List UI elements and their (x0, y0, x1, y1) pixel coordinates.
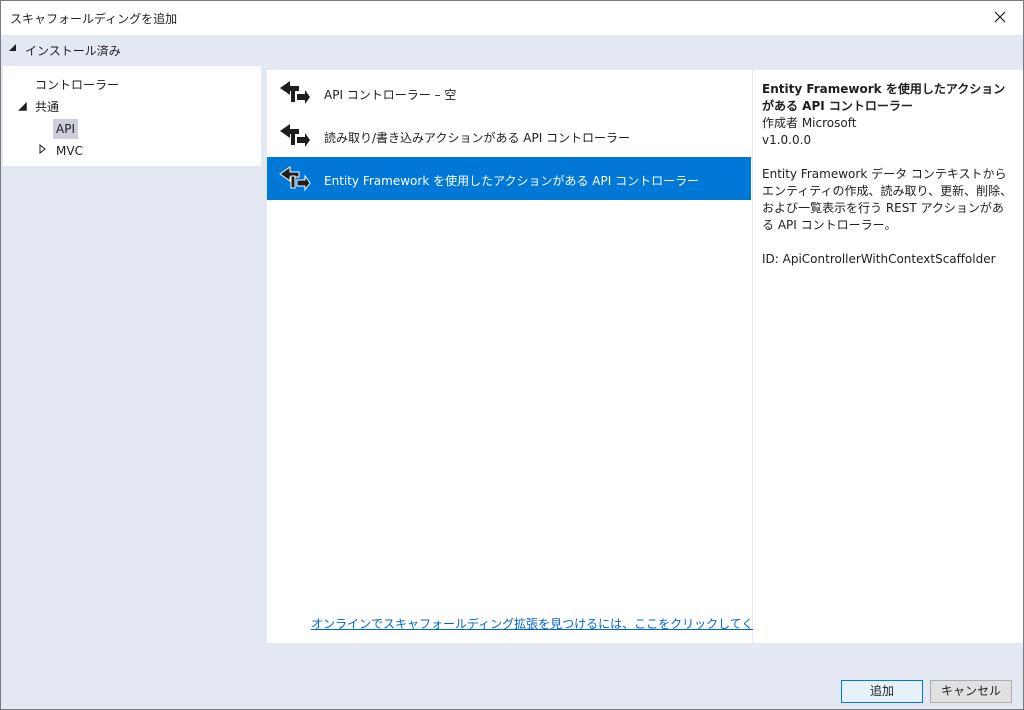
template-item-api-empty[interactable]: API コントローラー – 空 (267, 71, 751, 114)
close-button[interactable] (977, 1, 1023, 33)
controller-icon (280, 124, 310, 147)
close-icon (994, 11, 1006, 23)
details-description: Entity Framework データ コンテキストからエンティティの作成、読… (762, 167, 1013, 232)
online-extensions-link[interactable]: オンラインでスキャフォールディング拡張を見つけるには、ここをクリックしてください… (311, 615, 801, 632)
cancel-button[interactable]: キャンセル (930, 680, 1012, 703)
details-version: v1.0.0.0 (762, 133, 812, 147)
add-button[interactable]: 追加 (841, 680, 923, 703)
content-area: コントローラー 共通 API MVC API コントローラー – 空 読み取り/… (1, 63, 1023, 645)
details-title: Entity Framework を使用したアクションがある API コントロー… (762, 82, 1006, 113)
dialog-footer: 追加 キャンセル (1, 645, 1023, 709)
tree-item-label: API (56, 122, 75, 136)
details-id: ID: ApiControllerWithContextScaffolder (762, 252, 996, 266)
add-scaffold-dialog: スキャフォールディングを追加 インストール済み コントローラー 共通 API M… (0, 0, 1024, 710)
template-item-api-read-write[interactable]: 読み取り/書き込みアクションがある API コントローラー (267, 114, 751, 157)
template-label: Entity Framework を使用したアクションがある API コントロー… (324, 174, 700, 188)
expand-triangle-icon[interactable] (38, 144, 48, 154)
details-panel: Entity Framework を使用したアクションがある API コントロー… (753, 70, 1023, 643)
controller-icon (280, 81, 310, 104)
tree-item-label: 共通 (35, 100, 60, 114)
template-list: API コントローラー – 空 読み取り/書き込みアクションがある API コン… (267, 70, 801, 643)
template-label: 読み取り/書き込みアクションがある API コントローラー (324, 131, 631, 145)
tree-item-common[interactable]: 共通 (35, 97, 59, 117)
window-title: スキャフォールディングを追加 (10, 12, 178, 26)
category-tree: コントローラー 共通 API MVC (3, 66, 261, 166)
tree-item-mvc[interactable]: MVC (56, 141, 83, 161)
installed-label: インストール済み (25, 44, 121, 58)
installed-header[interactable]: インストール済み (1, 35, 1023, 63)
tree-item-label: コントローラー (35, 78, 120, 92)
tree-item-controller[interactable]: コントローラー (35, 75, 119, 95)
collapse-triangle-icon[interactable] (18, 102, 28, 112)
template-label: API コントローラー – 空 (324, 88, 457, 102)
tree-item-label: MVC (56, 144, 83, 158)
tree-item-api[interactable]: API (53, 119, 78, 139)
template-item-api-entity-framework[interactable]: Entity Framework を使用したアクションがある API コントロー… (267, 157, 751, 200)
details-author: 作成者 Microsoft (762, 116, 857, 130)
controller-icon (279, 166, 311, 192)
title-bar: スキャフォールディングを追加 (1, 1, 1023, 33)
collapse-triangle-icon (9, 44, 16, 51)
